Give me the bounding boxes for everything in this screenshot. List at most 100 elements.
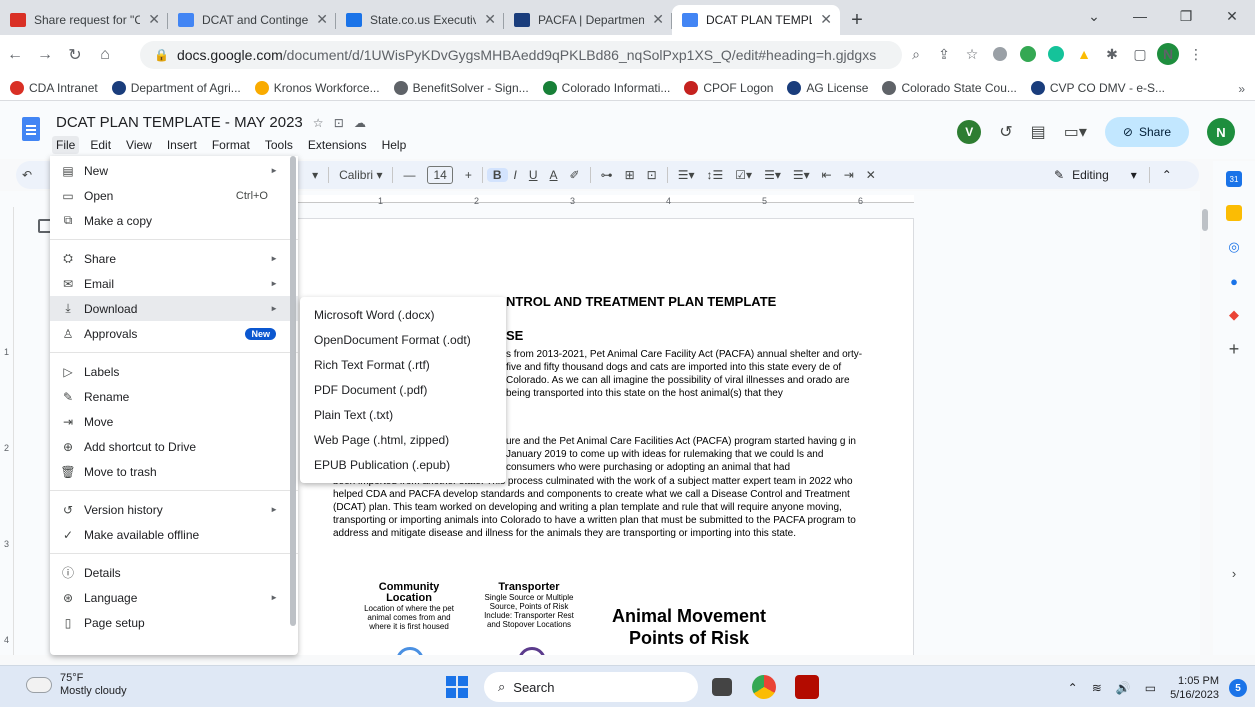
file-menu-item-move-to-trash[interactable]: 🗑 Move to trash bbox=[50, 459, 298, 484]
file-menu-item-download[interactable]: ⤓ Download ► bbox=[50, 296, 298, 321]
acrobat-icon[interactable] bbox=[795, 675, 819, 699]
file-menu-item-open[interactable]: ▭ Open Ctrl+O bbox=[50, 183, 298, 208]
close-window-icon[interactable]: ✕ bbox=[1209, 2, 1255, 30]
reload-icon[interactable]: ↻ bbox=[60, 45, 90, 65]
file-menu-item-language[interactable]: ⊛ Language ► bbox=[50, 585, 298, 610]
battery-icon[interactable]: ▭ bbox=[1145, 681, 1156, 695]
forward-icon[interactable]: → bbox=[30, 46, 60, 64]
docs-logo-icon[interactable] bbox=[22, 117, 40, 141]
file-menu-item-page-setup[interactable]: ▯ Page setup bbox=[50, 610, 298, 635]
doc-title[interactable]: DCAT PLAN TEMPLATE - MAY 2023 bbox=[56, 114, 303, 131]
bookmark-item[interactable]: Kronos Workforce... bbox=[254, 80, 380, 95]
download-option[interactable]: Web Page (.html, zipped) bbox=[300, 427, 506, 452]
back-icon[interactable]: ← bbox=[0, 46, 30, 64]
font-size-input[interactable]: 14 bbox=[427, 166, 453, 184]
menu-edit[interactable]: Edit bbox=[86, 136, 115, 154]
underline-button[interactable]: U bbox=[523, 168, 544, 182]
file-menu-item-rename[interactable]: ✎ Rename bbox=[50, 384, 298, 409]
checklist-icon[interactable]: ☑▾ bbox=[729, 168, 758, 182]
file-menu-item-version-history[interactable]: ↺ Version history ► bbox=[50, 497, 298, 522]
url-input[interactable]: 🔒 docs.google.com/document/d/1UWisPyKDvG… bbox=[140, 41, 902, 69]
star-icon[interactable]: ☆ bbox=[313, 116, 324, 130]
file-explorer-icon[interactable] bbox=[712, 678, 732, 696]
bullet-list-icon[interactable]: ☰▾ bbox=[758, 168, 787, 182]
download-option[interactable]: EPUB Publication (.epub) bbox=[300, 452, 506, 477]
share-button[interactable]: ⊘ Share bbox=[1104, 117, 1189, 147]
bookmark-star-icon[interactable]: ☆ bbox=[961, 43, 983, 65]
increase-indent-icon[interactable]: ⇥ bbox=[838, 168, 860, 182]
windows-start-icon[interactable] bbox=[446, 676, 468, 698]
browser-tab[interactable]: Share request for "CONTI ✕ bbox=[0, 5, 168, 35]
font-dropdown[interactable]: Calibri ▾ bbox=[333, 168, 388, 182]
vpn-extension-icon[interactable]: V bbox=[957, 120, 982, 144]
extension-icon[interactable] bbox=[993, 47, 1007, 61]
home-icon[interactable]: ⌂ bbox=[90, 46, 120, 64]
minimize-icon[interactable]: — bbox=[1117, 2, 1163, 30]
numbered-list-icon[interactable]: ☰▾ bbox=[787, 168, 816, 182]
download-option[interactable]: Plain Text (.txt) bbox=[300, 402, 506, 427]
close-tab-icon[interactable]: ✕ bbox=[316, 11, 328, 28]
contacts-icon[interactable]: ● bbox=[1226, 273, 1242, 289]
keep-icon[interactable] bbox=[1226, 205, 1242, 221]
bookmark-item[interactable]: AG License bbox=[787, 80, 868, 95]
undo-icon[interactable]: ↶ bbox=[16, 168, 38, 182]
link-icon[interactable]: ⊶ bbox=[595, 168, 619, 182]
menu-view[interactable]: View bbox=[122, 136, 156, 154]
menu-extensions[interactable]: Extensions bbox=[304, 136, 371, 154]
close-tab-icon[interactable]: ✕ bbox=[484, 11, 496, 28]
expand-panel-icon[interactable]: › bbox=[1226, 565, 1242, 581]
bookmark-item[interactable]: Colorado Informati... bbox=[542, 80, 670, 95]
file-menu-item-make-available-offline[interactable]: ✓ Make available offline bbox=[50, 522, 298, 547]
bookmark-item[interactable]: BenefitSolver - Sign... bbox=[393, 80, 529, 95]
move-folder-icon[interactable]: ⊡ bbox=[334, 116, 344, 130]
extension-icon[interactable] bbox=[1020, 46, 1036, 62]
document-scrollbar[interactable] bbox=[1202, 209, 1208, 231]
new-tab-button[interactable]: + bbox=[840, 5, 874, 35]
grammarly-icon[interactable] bbox=[1048, 46, 1064, 62]
comments-icon[interactable]: ▤ bbox=[1031, 122, 1046, 142]
maps-icon[interactable]: ◆ bbox=[1226, 307, 1242, 323]
browser-tab[interactable]: State.co.us Executive Bran ✕ bbox=[336, 5, 504, 35]
align-icon[interactable]: ☰▾ bbox=[672, 168, 701, 182]
bookmarks-overflow-button[interactable]: » bbox=[1238, 82, 1245, 96]
extensions-puzzle-icon[interactable]: ✱ bbox=[1101, 43, 1123, 65]
download-option[interactable]: PDF Document (.pdf) bbox=[300, 377, 506, 402]
bookmark-item[interactable]: CPOF Logon bbox=[684, 80, 773, 95]
file-menu-item-make-a-copy[interactable]: ⧉ Make a copy bbox=[50, 208, 298, 233]
editing-mode-dropdown[interactable]: ✎ Editing ▾ ⌃ bbox=[1054, 167, 1172, 183]
download-option[interactable]: Microsoft Word (.docx) bbox=[300, 302, 506, 327]
clock[interactable]: 1:05 PM 5/16/2023 bbox=[1170, 674, 1219, 702]
profile-avatar[interactable]: N bbox=[1157, 43, 1179, 65]
bookmark-item[interactable]: CVP CO DMV - e-S... bbox=[1030, 80, 1165, 95]
file-menu-item-email[interactable]: ✉ Email ► bbox=[50, 271, 298, 296]
download-option[interactable]: Rich Text Format (.rtf) bbox=[300, 352, 506, 377]
collapse-toolbar-icon[interactable]: ⌃ bbox=[1162, 168, 1172, 182]
menu-format[interactable]: Format bbox=[208, 136, 254, 154]
increase-font-size-button[interactable]: + bbox=[459, 168, 478, 182]
close-tab-icon[interactable]: ✕ bbox=[652, 11, 664, 28]
decrease-font-size-button[interactable]: — bbox=[397, 168, 421, 182]
notification-badge[interactable]: 5 bbox=[1229, 679, 1247, 697]
browser-menu-icon[interactable]: ⋮ bbox=[1185, 43, 1207, 65]
text-color-button[interactable]: A bbox=[544, 168, 564, 182]
file-menu-item-add-shortcut[interactable]: ⊕ Add shortcut to Drive bbox=[50, 434, 298, 459]
comment-icon[interactable]: ⊞ bbox=[619, 168, 641, 182]
line-spacing-icon[interactable]: ↕☰ bbox=[701, 168, 730, 182]
download-option[interactable]: OpenDocument Format (.odt) bbox=[300, 327, 506, 352]
bookmark-item[interactable]: CDA Intranet bbox=[10, 80, 98, 95]
chevron-up-icon[interactable]: ⌃ bbox=[1068, 681, 1078, 695]
file-menu-item-labels[interactable]: ▷ Labels bbox=[50, 359, 298, 384]
menu-help[interactable]: Help bbox=[378, 136, 411, 154]
file-menu-item-move[interactable]: ⇥ Move bbox=[50, 409, 298, 434]
decrease-indent-icon[interactable]: ⇤ bbox=[816, 168, 838, 182]
bold-button[interactable]: B bbox=[486, 168, 508, 182]
close-tab-icon[interactable]: ✕ bbox=[820, 11, 832, 28]
restore-icon[interactable]: ❐ bbox=[1163, 2, 1209, 30]
taskbar-search[interactable]: ⌕ Search bbox=[484, 672, 698, 702]
browser-tab[interactable]: PACFA | Department of Ag ✕ bbox=[504, 5, 672, 35]
file-menu-scrollbar[interactable] bbox=[290, 156, 296, 626]
close-tab-icon[interactable]: ✕ bbox=[148, 11, 160, 28]
wifi-icon[interactable]: ≋ bbox=[1092, 681, 1102, 695]
menu-insert[interactable]: Insert bbox=[163, 136, 201, 154]
weather-widget[interactable]: 75°F Mostly cloudy bbox=[23, 672, 127, 698]
